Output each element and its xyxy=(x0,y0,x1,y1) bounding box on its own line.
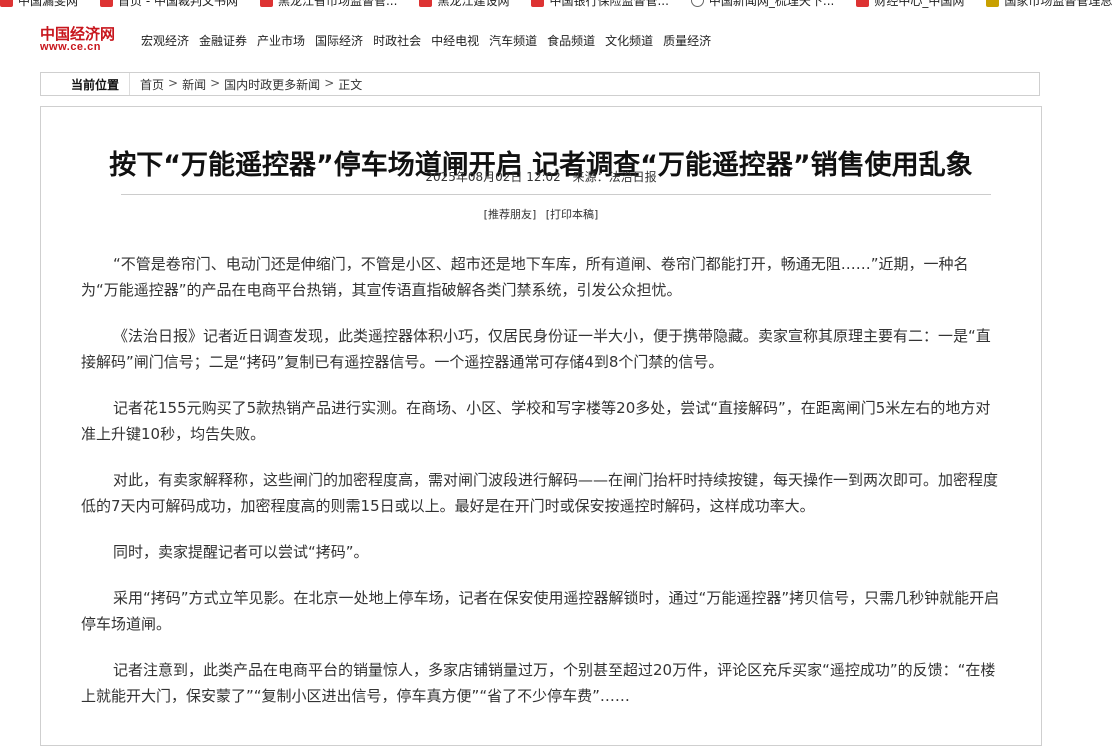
print-article-link[interactable]: [打印本稿] xyxy=(546,208,599,221)
article-paragraph: 采用“拷码”方式立竿见影。在北京一处地上停车场，记者在保安使用遥控器解锁时，通过… xyxy=(81,589,1000,633)
bookmark-item[interactable]: 黑龙江省市场监督管... xyxy=(259,0,397,8)
top-nav: 宏观经济 金融证券 产业市场 国际经济 时政社会 中经电视 汽车频道 食品频道 … xyxy=(141,32,721,49)
article-paragraph: “不管是卷帘门、电动门还是伸缩门，不管是小区、超市还是地下车库，所有道闸、卷帘门… xyxy=(81,255,969,299)
nav-link-culture[interactable]: 文化频道 xyxy=(605,32,653,49)
nav-link-ce-tv[interactable]: 中经电视 xyxy=(431,32,479,49)
bookmark-item[interactable]: 财经中心_中国网 xyxy=(856,0,964,8)
red-flag-icon xyxy=(419,0,433,7)
article-body: “不管是卷帘门、电动门还是伸缩门，不管是小区、超市还是地下车库，所有道闸、卷帘门… xyxy=(81,251,1001,729)
bookmark-item[interactable]: 中国漏斐网 xyxy=(0,0,78,8)
divider xyxy=(121,194,991,195)
article-paragraph: 记者注意到，此类产品在电商平台的销量惊人，多家店铺销量过万，个别甚至超过20万件… xyxy=(81,661,996,705)
bookmark-item[interactable]: 中国新闻网_梳理天下... xyxy=(690,0,834,8)
bookmarks-bar: 中国漏斐网 首页 - 中国裁判文书网 黑龙江省市场监督管... 黑龙江建设网 中… xyxy=(0,0,1112,8)
breadcrumb-home[interactable]: 首页 xyxy=(140,76,164,93)
red-flag-icon xyxy=(856,0,870,7)
breadcrumb-current: 正文 xyxy=(338,77,363,92)
article-paragraph: 《法治日报》记者近日调查发现，此类遥控器体积小巧，仅居民身份证一半大小，便于携带… xyxy=(81,327,991,371)
article-paragraph: 记者花155元购买了5款热销产品进行实测。在商场、小区、学校和写字楼等20多处，… xyxy=(81,399,991,443)
article-source: 来源：法治日报 xyxy=(572,170,657,184)
breadcrumb-separator: > xyxy=(324,75,335,90)
article-tools: [推荐朋友] [打印本稿] xyxy=(41,206,1041,222)
article-date: 2025年08月02日 12:02 xyxy=(425,170,561,184)
nav-link-finance-securities[interactable]: 金融证券 xyxy=(199,32,247,49)
bookmark-item[interactable]: 首页 - 中国裁判文书网 xyxy=(100,0,238,8)
breadcrumb-separator: > xyxy=(210,75,221,90)
logo-url: www.ce.cn xyxy=(40,41,101,53)
breadcrumb-domestic-news[interactable]: 国内时政更多新闻 xyxy=(224,76,320,93)
breadcrumb: 当前位置 首页 > 新闻 > 国内时政更多新闻 > 正文 xyxy=(40,72,1040,96)
logo-text: 中国经济网 xyxy=(40,25,116,43)
nav-link-food[interactable]: 食品频道 xyxy=(547,32,595,49)
recommend-friend-link[interactable]: [推荐朋友] xyxy=(484,208,537,221)
article-meta: 2025年08月02日 12:02 来源：法治日报 xyxy=(41,168,1041,185)
red-flag-icon xyxy=(0,0,13,7)
red-flag-icon xyxy=(100,0,114,7)
site-logo[interactable]: 中国经济网 www.ce.cn xyxy=(40,26,120,54)
nav-link-industry-market[interactable]: 产业市场 xyxy=(257,32,305,49)
article-paragraph: 同时，卖家提醒记者可以尝试“拷码”。 xyxy=(113,543,369,561)
nav-link-international-economy[interactable]: 国际经济 xyxy=(315,32,363,49)
breadcrumb-label: 当前位置 xyxy=(41,73,131,95)
nav-link-macro-economy[interactable]: 宏观经济 xyxy=(141,32,189,49)
gold-emblem-icon xyxy=(986,0,1000,7)
article-paragraph: 对此，有卖家解释称，这些闸门的加密程度高，需对闸门波段进行解码——在闸门抬杆时持… xyxy=(81,471,999,515)
red-flag-icon xyxy=(259,0,273,7)
nav-link-auto[interactable]: 汽车频道 xyxy=(489,32,537,49)
red-flag-icon xyxy=(531,0,545,7)
bookmark-item[interactable]: 国家市场监督管理总局 xyxy=(986,0,1112,8)
article-container: 按下“万能遥控器”停车场道闸开启 记者调查“万能遥控器”销售使用乱象 2025年… xyxy=(40,106,1042,746)
nav-link-quality-economy[interactable]: 质量经济 xyxy=(663,32,711,49)
bookmark-item[interactable]: 黑龙江建设网 xyxy=(419,0,509,8)
globe-icon xyxy=(690,0,704,7)
breadcrumb-separator: > xyxy=(168,75,179,90)
nav-link-politics-society[interactable]: 时政社会 xyxy=(373,32,421,49)
breadcrumb-news[interactable]: 新闻 xyxy=(182,76,206,93)
bookmark-item[interactable]: 中国银行保险监督管... xyxy=(531,0,669,8)
